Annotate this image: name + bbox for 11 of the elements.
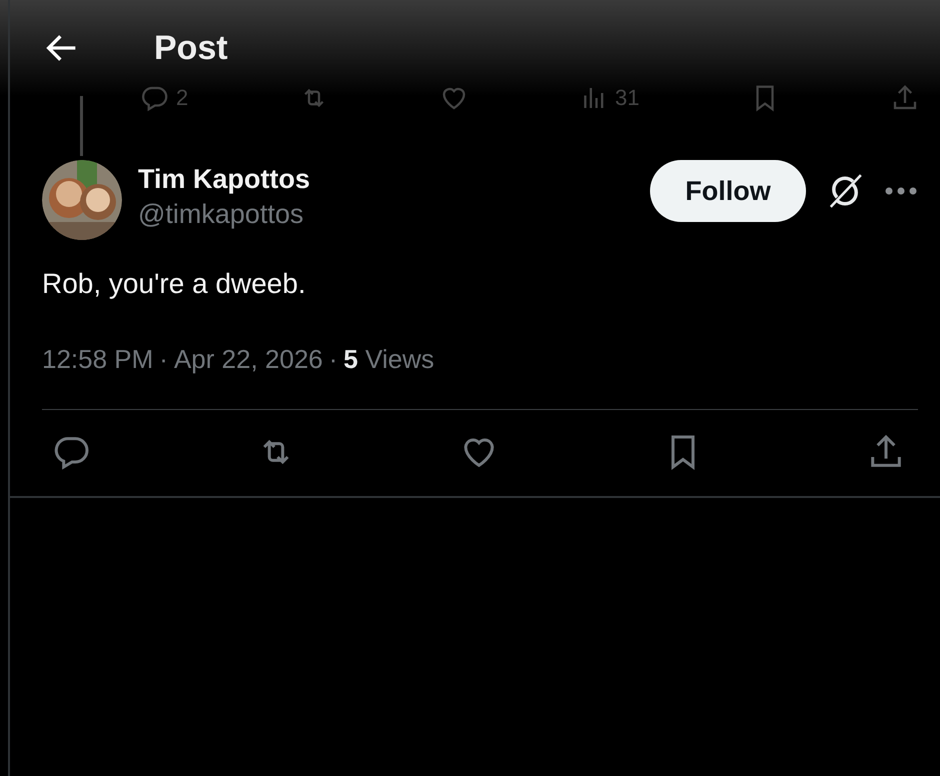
more-icon[interactable] <box>884 186 918 196</box>
view-count: 5 Views <box>344 344 434 375</box>
follow-button[interactable]: Follow <box>650 160 806 222</box>
post-text: Rob, you're a dweeb. <box>42 268 307 300</box>
author-handle[interactable]: @timkapottos <box>138 199 650 230</box>
post-date[interactable]: Apr 22, 2026 <box>174 344 323 375</box>
page-title: Post <box>154 28 228 68</box>
separator-dot: · <box>159 344 168 375</box>
post-time[interactable]: 12:58 PM <box>42 344 154 375</box>
author-name[interactable]: Tim Kapottos <box>138 164 650 195</box>
separator-dot: · <box>328 344 338 375</box>
